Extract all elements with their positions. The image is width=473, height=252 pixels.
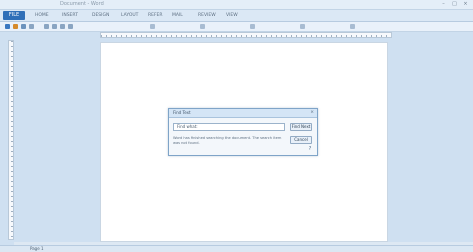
view-icon[interactable] [350,24,355,29]
tab-references[interactable]: REFER [146,12,165,19]
styles-icon[interactable] [250,24,255,29]
vertical-ruler[interactable] [8,40,14,240]
tab-mailings[interactable]: MAIL [170,12,185,19]
ribbon-tab-bar: FILE HOME INSERT DESIGN LAYOUT REFER MAI… [0,10,473,22]
window-title: Document - Word [60,1,104,7]
tab-review[interactable]: REVIEW [196,12,218,19]
find-dialog: Find Text × Find what: Find Next Word ha… [168,108,318,156]
tab-layout[interactable]: LAYOUT [119,12,140,19]
cancel-button[interactable]: Cancel [290,136,312,144]
find-input[interactable]: Find what: [173,123,285,131]
redo-icon[interactable] [21,24,26,29]
minimize-button[interactable]: – [440,1,447,7]
dialog-message: Word has finished searching the document… [173,136,282,145]
quick-toolbar [0,22,473,32]
tab-insert[interactable]: INSERT [60,12,80,19]
tab-home[interactable]: HOME [33,12,51,19]
tab-view[interactable]: VIEW [224,12,240,19]
tab-design[interactable]: DESIGN [90,12,111,19]
undo-icon[interactable] [13,24,18,29]
close-button[interactable]: × [462,1,469,7]
save-icon[interactable] [5,24,10,29]
close-icon[interactable]: × [310,110,314,115]
title-bar: Document - Word – □ × [0,0,473,10]
paragraph-icon[interactable] [200,24,205,29]
align-icon[interactable] [68,24,73,29]
dialog-title-bar[interactable]: Find Text × [169,109,317,118]
find-next-button[interactable]: Find Next [290,123,312,131]
maximize-button[interactable]: □ [451,1,458,7]
bold-icon[interactable] [44,24,49,29]
help-icon[interactable]: ? [307,146,313,152]
italic-icon[interactable] [52,24,57,29]
page-count: Page 1 [30,246,44,251]
dialog-title: Find Text [173,110,191,115]
underline-icon[interactable] [60,24,65,29]
print-icon[interactable] [29,24,34,29]
editing-icon[interactable] [300,24,305,29]
font-icon[interactable] [150,24,155,29]
tab-file[interactable]: FILE [3,11,25,20]
horizontal-ruler[interactable] [100,32,392,38]
